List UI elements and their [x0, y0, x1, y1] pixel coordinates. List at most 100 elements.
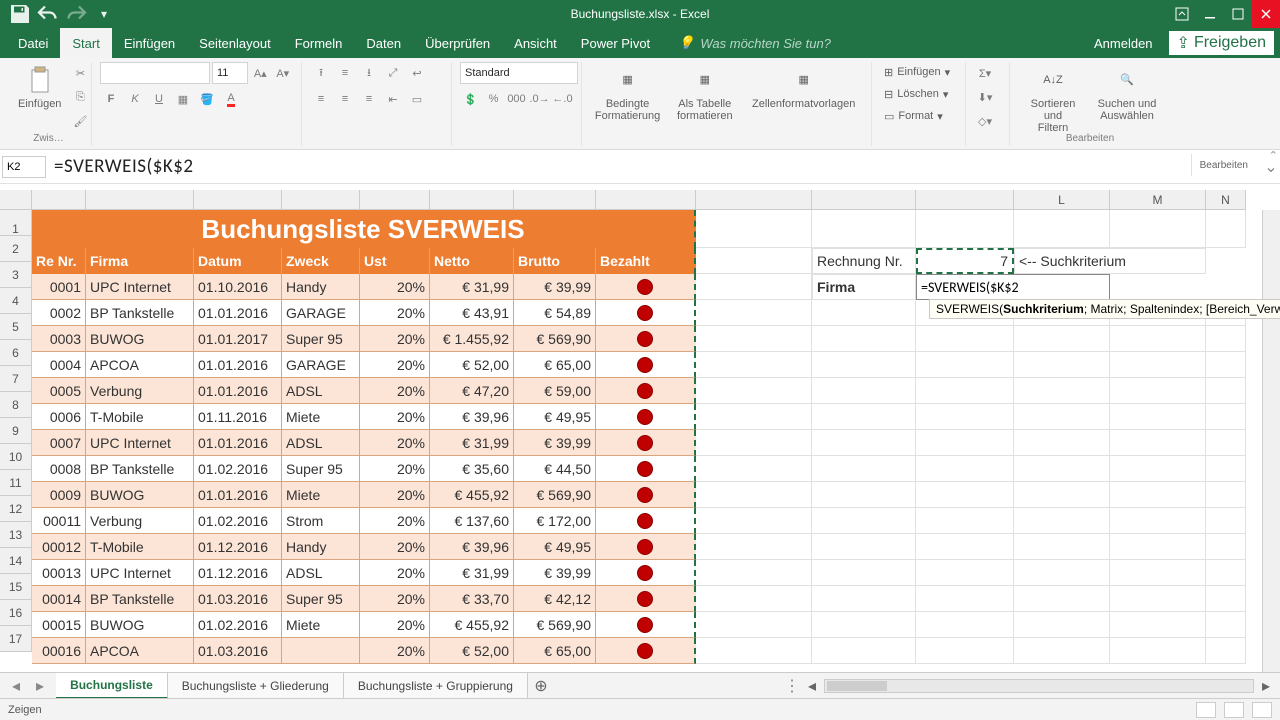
autosum-icon[interactable]: Σ▾ [974, 62, 996, 84]
table-cell[interactable]: Super 95 [282, 456, 360, 482]
row-header-1[interactable]: 1 [0, 210, 32, 236]
table-cell[interactable]: Super 95 [282, 586, 360, 612]
copy-icon[interactable]: ⎘ [69, 86, 91, 108]
table-cell[interactable]: APCOA [86, 352, 194, 378]
table-cell[interactable]: 20% [360, 560, 430, 586]
row-header-12[interactable]: 12 [0, 496, 32, 522]
qat-dropdown-icon[interactable]: ▾ [92, 3, 116, 25]
table-cell[interactable]: 20% [360, 430, 430, 456]
table-cell[interactable]: 20% [360, 300, 430, 326]
row-header-15[interactable]: 15 [0, 574, 32, 600]
tab-formulas[interactable]: Formeln [283, 28, 355, 58]
table-cell[interactable]: 20% [360, 612, 430, 638]
table-cell[interactable] [596, 326, 696, 352]
table-cell[interactable]: 00016 [32, 638, 86, 664]
table-cell[interactable]: 00015 [32, 612, 86, 638]
table-cell[interactable]: 0006 [32, 404, 86, 430]
table-cell[interactable]: 00012 [32, 534, 86, 560]
font-name-select[interactable] [100, 62, 210, 84]
table-cell[interactable]: € 39,99 [514, 274, 596, 300]
row-headers[interactable]: 1234567891011121314151617 [0, 210, 32, 652]
table-cell[interactable]: € 39,96 [430, 404, 514, 430]
italic-icon[interactable]: K [124, 88, 146, 110]
table-cell[interactable]: 00014 [32, 586, 86, 612]
fill-icon[interactable]: ⬇▾ [974, 86, 996, 108]
undo-icon[interactable] [36, 3, 60, 25]
view-pagelayout-icon[interactable] [1224, 702, 1244, 718]
align-right-icon[interactable]: ≡ [358, 88, 380, 110]
tab-insert[interactable]: Einfügen [112, 28, 187, 58]
table-cell[interactable]: € 47,20 [430, 378, 514, 404]
share-button[interactable]: ⇪ Freigeben [1169, 31, 1274, 55]
view-normal-icon[interactable] [1196, 702, 1216, 718]
table-cell[interactable]: € 137,60 [430, 508, 514, 534]
table-cell[interactable]: 01.02.2016 [194, 508, 282, 534]
row-header-6[interactable]: 6 [0, 340, 32, 366]
table-cell[interactable]: ADSL [282, 560, 360, 586]
tab-pagelayout[interactable]: Seitenlayout [187, 28, 283, 58]
select-all-corner[interactable] [0, 190, 32, 210]
table-cell[interactable]: 20% [360, 326, 430, 352]
column-header-I[interactable] [696, 190, 812, 210]
column-header-F[interactable] [430, 190, 514, 210]
table-cell[interactable]: UPC Internet [86, 430, 194, 456]
table-cell[interactable]: € 49,95 [514, 404, 596, 430]
row-header-13[interactable]: 13 [0, 522, 32, 548]
table-cell[interactable]: 20% [360, 456, 430, 482]
table-cell[interactable]: BP Tankstelle [86, 586, 194, 612]
row-header-16[interactable]: 16 [0, 600, 32, 626]
hscroll-right-icon[interactable]: ▸ [1258, 678, 1274, 694]
table-cell[interactable] [596, 456, 696, 482]
merge-icon[interactable]: ▭ [406, 88, 428, 110]
table-cell[interactable]: € 39,99 [514, 560, 596, 586]
decrease-font-icon[interactable]: A▾ [273, 62, 294, 84]
font-size-select[interactable] [212, 62, 248, 84]
row-header-7[interactable]: 7 [0, 366, 32, 392]
conditional-formatting-button[interactable]: ▦ Bedingte Formatierung [590, 62, 665, 146]
table-cell[interactable]: 20% [360, 586, 430, 612]
table-cell[interactable]: 0001 [32, 274, 86, 300]
table-cell[interactable]: 01.02.2016 [194, 456, 282, 482]
table-cell[interactable]: € 569,90 [514, 612, 596, 638]
table-cell[interactable]: € 31,99 [430, 430, 514, 456]
table-cell[interactable]: BUWOG [86, 482, 194, 508]
table-cell[interactable]: € 43,91 [430, 300, 514, 326]
table-cell[interactable]: 01.01.2016 [194, 430, 282, 456]
table-cell[interactable]: 20% [360, 404, 430, 430]
table-cell[interactable]: 01.12.2016 [194, 560, 282, 586]
add-sheet-button[interactable]: ⊕ [528, 673, 554, 699]
table-cell[interactable]: € 569,90 [514, 326, 596, 352]
table-cell[interactable]: 01.10.2016 [194, 274, 282, 300]
table-cell[interactable]: Verbung [86, 508, 194, 534]
table-cell[interactable]: 01.11.2016 [194, 404, 282, 430]
table-cell[interactable]: Super 95 [282, 326, 360, 352]
wrap-text-icon[interactable]: ↩ [406, 62, 428, 84]
formula-bar[interactable]: =SVERWEIS($K$2 [48, 153, 1262, 181]
redo-icon[interactable] [64, 3, 88, 25]
minimize-icon[interactable] [1196, 0, 1224, 28]
row-header-11[interactable]: 11 [0, 470, 32, 496]
tab-powerpivot[interactable]: Power Pivot [569, 28, 662, 58]
table-cell[interactable]: 20% [360, 352, 430, 378]
table-cell[interactable]: Handy [282, 534, 360, 560]
table-cell[interactable]: € 1.455,92 [430, 326, 514, 352]
sheet-nav-prev-icon[interactable]: ◂ [12, 676, 20, 696]
table-cell[interactable]: 01.01.2016 [194, 378, 282, 404]
table-cell[interactable] [596, 508, 696, 534]
fill-color-icon[interactable]: 🪣 [196, 88, 218, 110]
hscroll-split-icon[interactable]: ⋮ [784, 676, 800, 696]
table-cell[interactable]: 01.03.2016 [194, 586, 282, 612]
column-header-B[interactable] [86, 190, 194, 210]
maximize-icon[interactable] [1224, 0, 1252, 28]
table-cell[interactable]: € 455,92 [430, 612, 514, 638]
underline-icon[interactable]: U [148, 88, 170, 110]
table-cell[interactable]: 0004 [32, 352, 86, 378]
tab-view[interactable]: Ansicht [502, 28, 569, 58]
table-cell[interactable]: 01.12.2016 [194, 534, 282, 560]
table-cell[interactable]: Verbung [86, 378, 194, 404]
number-format-select[interactable] [460, 62, 578, 84]
column-header-L[interactable]: L [1014, 190, 1110, 210]
table-cell[interactable] [596, 352, 696, 378]
align-top-icon[interactable]: ⭱ [310, 62, 332, 84]
align-left-icon[interactable]: ≡ [310, 88, 332, 110]
